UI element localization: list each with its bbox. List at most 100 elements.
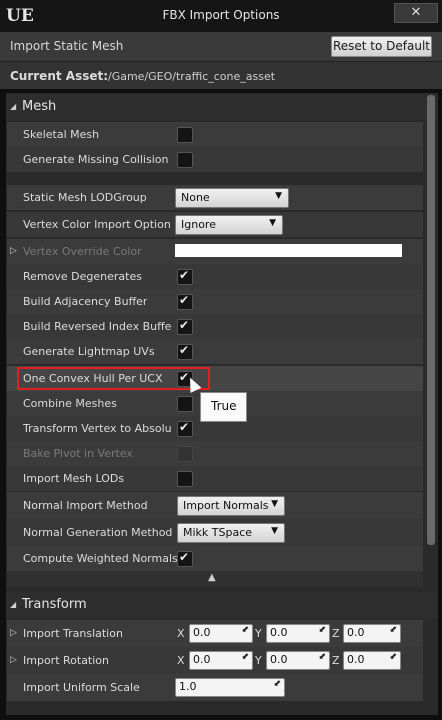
rotation-x-field[interactable]: 0.0 ⬋ bbox=[189, 651, 253, 670]
property-label: Compute Weighted Normals bbox=[23, 552, 178, 565]
axis-z-label: Z bbox=[332, 627, 340, 640]
expand-up-icon: ▲ bbox=[208, 572, 216, 583]
build-adjacency-buffer-checkbox[interactable] bbox=[177, 293, 193, 310]
row-normal-generation-method: Normal Generation Method Mikk TSpace ▼ bbox=[7, 519, 423, 546]
value: 0.0 bbox=[270, 653, 288, 666]
property-label: Transform Vertex to Absolute bbox=[23, 422, 171, 435]
import-mesh-lods-checkbox[interactable] bbox=[177, 471, 193, 487]
transform-category-header[interactable]: ◢ Transform bbox=[6, 592, 438, 618]
row-import-rotation: ▷ Import Rotation X 0.0 ⬋ Y 0.0 ⬋ Z 0.0 ⬋ bbox=[7, 647, 423, 674]
window-title: FBX Import Options bbox=[162, 8, 280, 22]
reset-to-default-button[interactable]: Reset to Default bbox=[331, 36, 432, 57]
color-swatch[interactable] bbox=[175, 244, 402, 257]
generate-lightmap-uvs-checkbox[interactable] bbox=[177, 343, 193, 360]
highlight-box bbox=[17, 367, 210, 390]
chevron-down-icon: ▼ bbox=[271, 526, 278, 536]
property-label: Import Translation bbox=[23, 627, 123, 640]
property-label: Vertex Color Import Option bbox=[23, 218, 171, 231]
build-reversed-index-buffer-checkbox[interactable] bbox=[177, 318, 193, 335]
uniform-scale-field[interactable]: 1.0 ⬋ bbox=[175, 678, 285, 697]
property-label: Skeletal Mesh bbox=[23, 128, 100, 141]
axis-x-label: X bbox=[177, 654, 185, 667]
close-button[interactable]: ✕ bbox=[394, 3, 438, 23]
translation-x-field[interactable]: 0.0 ⬋ bbox=[189, 624, 253, 643]
chevron-down-icon: ▼ bbox=[275, 191, 282, 201]
property-label: Import Uniform Scale bbox=[23, 681, 140, 694]
axis-y-label: Y bbox=[255, 627, 262, 640]
row-generate-lightmap-uvs: Generate Lightmap UVs bbox=[7, 339, 423, 364]
property-label: Build Reversed Index Buffer bbox=[23, 320, 171, 333]
compute-weighted-normals-checkbox[interactable] bbox=[177, 550, 193, 567]
row-normal-import-method: Normal Import Method Import Normals ▼ bbox=[7, 492, 423, 519]
resize-handle-icon: ⬋ bbox=[273, 679, 281, 689]
rotation-z-field[interactable]: 0.0 ⬋ bbox=[343, 651, 401, 670]
axis-x-label: X bbox=[177, 627, 185, 640]
normal-generation-method-dropdown[interactable]: Mikk TSpace ▼ bbox=[177, 523, 285, 543]
property-label: Bake Pivot in Vertex bbox=[23, 447, 133, 460]
row-generate-missing-collision: Generate Missing Collision bbox=[7, 147, 423, 172]
resize-handle-icon: ⬋ bbox=[389, 625, 397, 635]
property-label: Static Mesh LODGroup bbox=[23, 191, 147, 204]
generate-missing-collision-checkbox[interactable] bbox=[177, 152, 193, 168]
normal-import-method-dropdown[interactable]: Import Normals ▼ bbox=[177, 496, 285, 516]
axis-y-label: Y bbox=[255, 654, 262, 667]
resize-handle-icon: ⬋ bbox=[389, 652, 397, 662]
collapse-triangle-icon: ◢ bbox=[10, 102, 17, 111]
current-asset-path: /Game/GEO/traffic_cone_asset bbox=[108, 70, 276, 83]
row-compute-weighted-normals: Compute Weighted Normals bbox=[7, 546, 423, 571]
mesh-category-title: Mesh bbox=[22, 99, 57, 114]
property-label: Normal Import Method bbox=[23, 499, 148, 512]
dropdown-value: Import Normals bbox=[183, 499, 269, 512]
advanced-expander[interactable]: ▲ bbox=[7, 571, 423, 587]
dropdown-value: None bbox=[181, 191, 210, 204]
resize-handle-icon: ⬋ bbox=[241, 652, 249, 662]
property-label: Generate Lightmap UVs bbox=[23, 345, 155, 358]
bake-pivot-checkbox bbox=[177, 446, 193, 462]
translation-y-field[interactable]: 0.0 ⬋ bbox=[266, 624, 330, 643]
import-type-label: Import Static Mesh bbox=[10, 39, 124, 53]
resize-handle-icon: ⬋ bbox=[241, 625, 249, 635]
expand-triangle-icon[interactable]: ▷ bbox=[10, 246, 17, 256]
row-static-mesh-lodgroup: Static Mesh LODGroup None ▼ bbox=[7, 185, 423, 210]
mesh-category-header[interactable]: ◢ Mesh bbox=[6, 94, 438, 120]
row-build-reversed-index-buffer: Build Reversed Index Buffer bbox=[7, 314, 423, 339]
combine-meshes-checkbox[interactable] bbox=[177, 396, 193, 412]
value: 0.0 bbox=[270, 626, 288, 639]
property-label: Vertex Override Color bbox=[23, 245, 142, 258]
row-remove-degenerates: Remove Degenerates bbox=[7, 264, 423, 289]
remove-degenerates-checkbox[interactable] bbox=[177, 268, 193, 285]
axis-z-label: Z bbox=[332, 654, 340, 667]
row-vertex-color-import-option: Vertex Color Import Option Ignore ▼ bbox=[7, 212, 423, 237]
row-import-mesh-lods: Import Mesh LODs bbox=[7, 466, 423, 491]
property-label: Import Mesh LODs bbox=[23, 472, 125, 485]
property-label: Combine Meshes bbox=[23, 397, 117, 410]
value: 0.0 bbox=[347, 653, 365, 666]
property-label: Import Rotation bbox=[23, 654, 110, 667]
rotation-y-field[interactable]: 0.0 ⬋ bbox=[266, 651, 330, 670]
value: 0.0 bbox=[193, 653, 211, 666]
transform-category-title: Transform bbox=[22, 597, 87, 612]
row-skeletal-mesh: Skeletal Mesh bbox=[7, 122, 423, 147]
chevron-down-icon: ▼ bbox=[271, 499, 278, 509]
value: 0.0 bbox=[193, 626, 211, 639]
property-label: Generate Missing Collision bbox=[23, 153, 169, 166]
transform-vertex-checkbox[interactable] bbox=[177, 420, 193, 437]
dropdown-value: Mikk TSpace bbox=[183, 526, 253, 539]
collapse-triangle-icon: ◢ bbox=[10, 600, 17, 609]
vertex-color-import-dropdown[interactable]: Ignore ▼ bbox=[175, 215, 283, 235]
row-bake-pivot-in-vertex: Bake Pivot in Vertex bbox=[7, 441, 423, 466]
scrollbar-thumb[interactable] bbox=[427, 95, 435, 545]
value: 0.0 bbox=[347, 626, 365, 639]
tooltip-text: True bbox=[211, 399, 237, 413]
resize-handle-icon: ⬋ bbox=[318, 625, 326, 635]
dropdown-value: Ignore bbox=[181, 218, 216, 231]
expand-triangle-icon[interactable]: ▷ bbox=[10, 655, 17, 665]
expand-triangle-icon[interactable]: ▷ bbox=[10, 628, 17, 638]
lodgroup-dropdown[interactable]: None ▼ bbox=[175, 188, 289, 208]
skeletal-mesh-checkbox[interactable] bbox=[177, 127, 193, 143]
property-label: Build Adjacency Buffer bbox=[23, 295, 148, 308]
row-vertex-override-color: ▷ Vertex Override Color bbox=[7, 239, 423, 264]
value: 1.0 bbox=[179, 680, 197, 693]
current-asset-label: Current Asset: bbox=[10, 69, 109, 83]
translation-z-field[interactable]: 0.0 ⬋ bbox=[343, 624, 401, 643]
